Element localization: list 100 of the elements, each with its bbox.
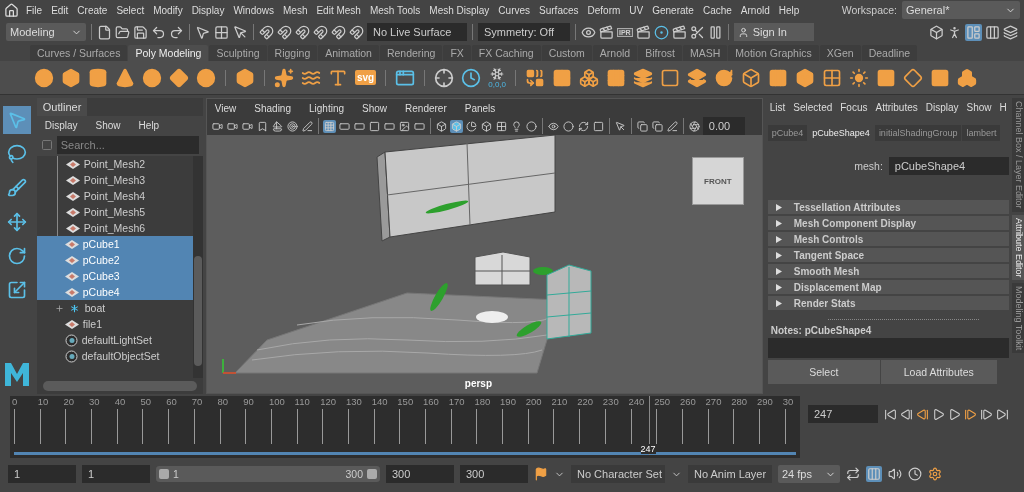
expand-icon[interactable]: [775, 219, 782, 227]
range-slider[interactable]: 1 300: [156, 466, 380, 482]
menu-item[interactable]: Display: [923, 101, 961, 113]
shelf-tab[interactable]: FX: [443, 45, 471, 61]
shelf-tab[interactable]: Motion Graphics: [728, 45, 819, 61]
outliner-item[interactable]: defaultLightSet: [36, 332, 193, 348]
attribute-section[interactable]: Render Stats: [767, 296, 1009, 310]
menu-item[interactable]: Curves: [496, 4, 533, 16]
attribute-section[interactable]: Mesh Component Display: [767, 216, 1009, 230]
menu-item[interactable]: Shading: [252, 102, 293, 114]
end-frame-field[interactable]: 300: [460, 465, 528, 483]
plane-icon[interactable]: [169, 67, 189, 88]
attribute-section[interactable]: Tessellation Attributes: [767, 200, 1009, 214]
folder-icon[interactable]: [115, 24, 130, 40]
layers-icon[interactable]: [633, 67, 654, 88]
shelf-tab[interactable]: Arnold: [592, 45, 638, 61]
crosshair-icon[interactable]: [434, 67, 455, 88]
menu-item[interactable]: View: [212, 102, 239, 114]
panel-button[interactable]: Select: [767, 360, 880, 384]
anim-layer-dropdown[interactable]: No Anim Layer: [688, 465, 772, 483]
expand-icon[interactable]: [54, 303, 64, 313]
outliner-item[interactable]: pCube2: [36, 252, 193, 268]
outliner-tab[interactable]: Outliner: [36, 98, 88, 116]
playback-end-field[interactable]: 300: [386, 465, 454, 483]
toolbar-button[interactable]: [665, 119, 679, 133]
boxes-icon[interactable]: [957, 67, 978, 88]
toolbar-button[interactable]: [687, 119, 701, 133]
outliner-item[interactable]: defaultObjectSet: [36, 348, 193, 364]
square-icon[interactable]: [876, 67, 897, 88]
clock-icon[interactable]: [461, 67, 482, 88]
menu-item[interactable]: Create: [75, 4, 110, 16]
menu-item[interactable]: Arnold: [738, 4, 772, 16]
symmetry-dropdown[interactable]: Symmetry: Off: [478, 23, 570, 41]
step-back-icon[interactable]: [900, 407, 913, 421]
slider-handle[interactable]: [367, 469, 377, 479]
menu-item[interactable]: Show: [360, 102, 390, 114]
shelf-tab[interactable]: Poly Modeling: [128, 45, 209, 61]
diamond-icon[interactable]: [903, 67, 924, 88]
toolbar-button[interactable]: [494, 119, 508, 133]
sparkle-icon[interactable]: [274, 67, 294, 88]
toolbar-button[interactable]: [650, 119, 664, 133]
view-cube[interactable]: FRONT: [691, 157, 744, 205]
magnet-icon[interactable]: [259, 24, 274, 40]
shelf-tab[interactable]: Animation: [318, 45, 379, 61]
menu-item[interactable]: Cache: [700, 4, 734, 16]
toolbar-button[interactable]: [300, 119, 314, 133]
expand-icon[interactable]: [775, 283, 782, 291]
panel-button[interactable]: Load Attributes: [880, 360, 997, 384]
loop-icon[interactable]: [846, 467, 860, 481]
menu-item[interactable]: Renderer: [403, 102, 449, 114]
layers-icon[interactable]: [1003, 24, 1018, 40]
combine-icon[interactable]: [525, 67, 546, 88]
scrollbar-thumb[interactable]: [193, 256, 202, 366]
menu-item[interactable]: Edit Mesh: [314, 4, 363, 16]
step-back-key-icon[interactable]: [916, 407, 929, 421]
toolbar-button[interactable]: [397, 119, 411, 133]
side-tab[interactable]: Channel Box / Layer Editor: [1011, 98, 1024, 212]
menu-item[interactable]: Attributes: [873, 101, 920, 113]
menu-item[interactable]: Lighting: [307, 102, 346, 114]
menu-item[interactable]: Help: [136, 119, 162, 131]
toolbar-button[interactable]: [613, 119, 627, 133]
expand-icon[interactable]: [775, 299, 782, 307]
toolbar-button[interactable]: [479, 119, 493, 133]
square-icon[interactable]: [660, 67, 681, 88]
shelf-tab[interactable]: Deadline: [861, 45, 918, 61]
attribute-section[interactable]: Smooth Mesh: [767, 264, 1009, 278]
toolbar-button[interactable]: [591, 119, 605, 133]
notes-field[interactable]: [767, 338, 1009, 358]
toolbar-button[interactable]: [576, 119, 590, 133]
menu-item[interactable]: Edit: [49, 4, 71, 16]
fps-dropdown[interactable]: 24 fps: [778, 465, 840, 483]
expand-icon[interactable]: [775, 251, 782, 259]
search-field[interactable]: Search...: [56, 136, 199, 154]
disc-icon[interactable]: [196, 67, 216, 88]
menu-item[interactable]: Generate: [650, 4, 696, 16]
live-surface-field[interactable]: No Live Surface: [367, 23, 467, 41]
menu-item[interactable]: Display: [189, 4, 227, 16]
menu-item[interactable]: Windows: [231, 4, 276, 16]
outliner-item[interactable]: file1: [36, 316, 193, 332]
character-set-dropdown[interactable]: No Character Set: [571, 465, 665, 483]
node-tab[interactable]: lambert: [962, 125, 1001, 141]
outliner-item[interactable]: pCube4: [36, 284, 193, 300]
home-icon[interactable]: [4, 2, 19, 18]
attribute-section[interactable]: Tangent Space: [767, 248, 1009, 262]
timeline[interactable]: 0 10 20 30 40 50 60 70 80 90 100 110 120 130 140 150 160 170 180 190 200 210 220 230 240 250 260 270 280 290 30 247: [10, 396, 800, 458]
clock-icon[interactable]: [908, 467, 922, 481]
render-view-icon[interactable]: [653, 24, 669, 40]
boxes-icon[interactable]: [579, 67, 600, 88]
outliner-item[interactable]: pCube1: [36, 236, 193, 252]
step-forward-icon[interactable]: [980, 407, 993, 421]
outliner-item[interactable]: Point_Mesh4: [57, 188, 193, 204]
magnet-icon[interactable]: [349, 24, 364, 40]
pointer-icon[interactable]: [233, 24, 248, 40]
menu-item[interactable]: Deform: [585, 4, 623, 16]
magnet-icon[interactable]: [277, 24, 292, 40]
shelf-tab[interactable]: Rigging: [267, 45, 318, 61]
menu-item[interactable]: Focus: [838, 101, 870, 113]
side-tab[interactable]: Attribute Editor: [1011, 214, 1024, 281]
outliner-item[interactable]: Point_Mesh5: [57, 204, 193, 220]
redo-icon[interactable]: [169, 24, 184, 40]
